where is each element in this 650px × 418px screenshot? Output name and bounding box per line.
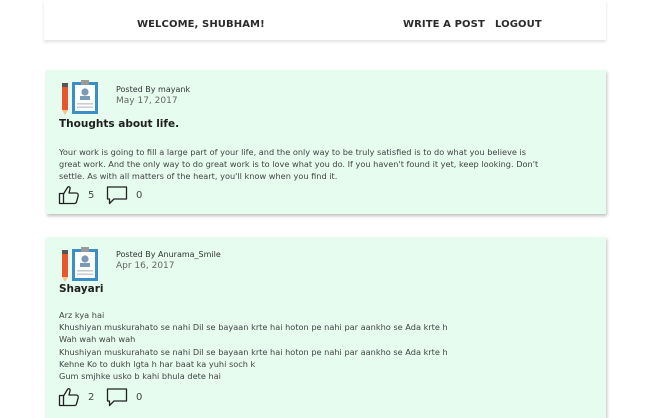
post-body-line: Kehne Ko to dukh lgta h har baat ka yuhi… bbox=[59, 358, 256, 369]
comment-button[interactable]: 0 bbox=[106, 387, 142, 407]
post-author: Posted By Anurama_Smile bbox=[116, 250, 221, 259]
post-body-line: Wah wah wah wah bbox=[59, 334, 136, 345]
post-title[interactable]: Thoughts about life. bbox=[59, 118, 179, 130]
welcome-label: WELCOME, SHUBHAM! bbox=[137, 19, 265, 30]
like-count: 2 bbox=[88, 391, 95, 403]
comment-icon bbox=[106, 388, 128, 407]
post-date: Apr 16, 2017 bbox=[116, 261, 175, 271]
navbar: WELCOME, SHUBHAM! WRITE A POST LOGOUT bbox=[44, 0, 606, 40]
comment-count: 0 bbox=[136, 391, 143, 403]
post-body-line: Khushiyan muskurahato se nahi Dil se bay… bbox=[59, 322, 448, 333]
post-card: Posted By Anurama_Smile Apr 16, 2017 Sha… bbox=[46, 237, 606, 418]
thumbs-up-icon bbox=[58, 388, 79, 407]
post-title[interactable]: Shayari bbox=[59, 283, 104, 295]
post-body-line: Arz kya hai bbox=[59, 310, 105, 320]
post-body-line: settle. As with all matters of the heart… bbox=[59, 171, 338, 182]
like-count: 5 bbox=[88, 189, 95, 201]
like-button[interactable]: 2 bbox=[58, 387, 94, 407]
profile-document-icon bbox=[62, 80, 98, 115]
post-body-line: Gum smjhke usko b kahi bhula dete hai bbox=[59, 371, 221, 382]
post-body-line: great work. And the only way to do great… bbox=[59, 159, 539, 170]
post-body: Arz kya hai Khushiyan muskurahato se nah… bbox=[59, 309, 599, 382]
comment-button[interactable]: 0 bbox=[106, 185, 142, 205]
post-body-line: Khushiyan muskurahato se nahi Dil se bay… bbox=[59, 346, 448, 357]
comment-count: 0 bbox=[136, 189, 143, 201]
like-button[interactable]: 5 bbox=[58, 185, 94, 205]
profile-document-icon bbox=[62, 247, 98, 282]
post-author: Posted By mayank bbox=[116, 85, 191, 94]
post-body-line: Your work is going to fill a large part … bbox=[59, 147, 527, 157]
post-body: Your work is going to fill a large part … bbox=[59, 146, 599, 183]
logout-link[interactable]: LOGOUT bbox=[495, 19, 542, 30]
post-card: Posted By mayank May 17, 2017 Thoughts a… bbox=[46, 70, 606, 214]
thumbs-up-icon bbox=[58, 186, 79, 205]
comment-icon bbox=[106, 186, 128, 205]
post-date: May 17, 2017 bbox=[116, 96, 178, 106]
write-post-link[interactable]: WRITE A POST bbox=[403, 19, 485, 30]
